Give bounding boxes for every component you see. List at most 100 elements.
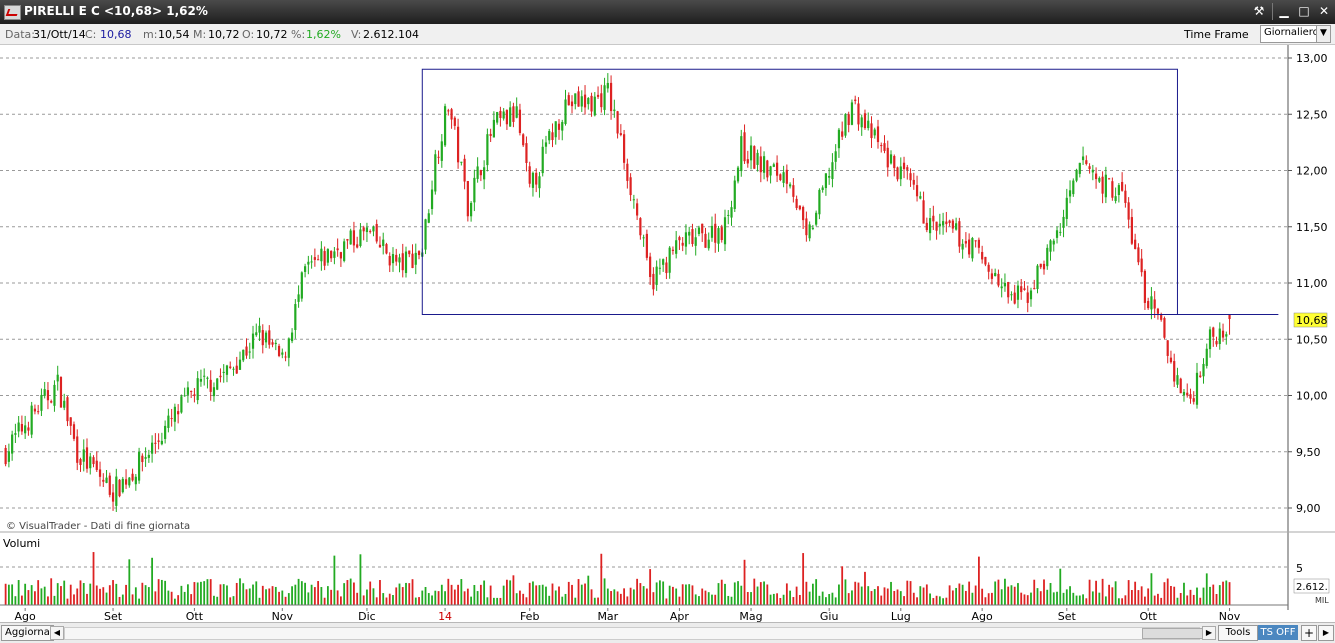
- candle-body: [769, 166, 772, 176]
- candle-body: [320, 248, 323, 262]
- volume-bar: [1056, 591, 1058, 605]
- volume-bar: [1130, 590, 1133, 605]
- scroll-left-icon[interactable]: ◀: [50, 626, 64, 640]
- volume-bar: [991, 592, 993, 605]
- scrollbar-thumb[interactable]: [1142, 628, 1204, 639]
- volume-bar: [310, 584, 313, 605]
- candle-body: [1094, 173, 1098, 180]
- candle-body: [593, 96, 596, 116]
- candle-body: [1033, 288, 1036, 290]
- candle-body: [1016, 285, 1020, 300]
- volume-bar: [421, 590, 424, 605]
- volume-bar: [854, 581, 857, 605]
- candle-body: [681, 242, 684, 246]
- volume-bar: [506, 579, 508, 605]
- chart-area[interactable]: 13,00 12,50 12,00 11,50 11,00 10,50 10,00 9,50 9…: [0, 45, 1335, 623]
- volume-bar: [245, 589, 248, 605]
- candle-body: [1111, 181, 1114, 198]
- candle-body: [665, 262, 668, 274]
- candle-body: [317, 259, 320, 261]
- candle-body: [639, 218, 642, 236]
- candle-body: [1104, 174, 1107, 198]
- candle-body: [398, 257, 401, 263]
- volume-bar: [115, 583, 118, 605]
- candle-body: [977, 239, 981, 248]
- arrow-right-icon[interactable]: ▶: [1318, 625, 1334, 641]
- candle-body: [443, 106, 447, 146]
- volume-bar: [935, 595, 938, 605]
- candle-body: [782, 172, 785, 183]
- minimize-icon[interactable]: ▁: [1272, 3, 1293, 20]
- volume-bar: [1108, 584, 1111, 605]
- tools-button[interactable]: Tools: [1218, 625, 1258, 641]
- volume-bar: [1117, 598, 1120, 605]
- scroll-right-icon[interactable]: ▶: [1202, 626, 1216, 640]
- candle-body: [154, 442, 157, 444]
- candle-body: [1020, 286, 1023, 293]
- candle-body: [622, 134, 626, 163]
- candle-body: [759, 156, 762, 173]
- volume-bar: [261, 585, 264, 605]
- volume-bar: [606, 588, 609, 605]
- volume-bar: [538, 585, 541, 605]
- candle-body: [456, 126, 460, 163]
- timeframe-select[interactable]: Giornaliero ▼: [1260, 25, 1331, 43]
- volume-bar: [1205, 573, 1208, 605]
- candle-body: [111, 492, 115, 502]
- chevron-down-icon[interactable]: ▼: [1316, 26, 1330, 42]
- volume-bar: [483, 580, 486, 605]
- candle-body: [1124, 190, 1127, 203]
- price-chart[interactable]: 13,00 12,50 12,00 11,50 11,00 10,50 10,00 9,50 9…: [0, 45, 1335, 610]
- candle-body: [248, 351, 251, 353]
- volume-bar: [698, 596, 700, 605]
- candle-body: [203, 375, 206, 377]
- volume-bar: [167, 590, 170, 605]
- quote-info-bar: Data: 31/Ott/14 C: 10,68 m: 10,54 M: 10,…: [0, 24, 1335, 45]
- wrench-icon[interactable]: ⚒: [1250, 3, 1268, 20]
- candle-body: [137, 452, 141, 481]
- volume-bar: [688, 584, 691, 605]
- candle-body: [873, 129, 876, 136]
- volume-bar: [942, 598, 944, 605]
- price-tick-label: 12,50: [1296, 108, 1328, 121]
- volume-bar: [203, 581, 206, 605]
- candle-body: [714, 223, 717, 243]
- scrollbar-track[interactable]: [64, 627, 1200, 640]
- candle-body: [46, 390, 50, 401]
- volume-bar: [284, 596, 287, 605]
- volume-bar: [1166, 578, 1169, 605]
- maximize-icon[interactable]: □: [1295, 3, 1313, 20]
- volume-bar: [694, 594, 697, 605]
- candle-body: [889, 154, 893, 164]
- volume-bar: [118, 596, 121, 605]
- candle-body: [609, 82, 613, 112]
- volume-bar: [1082, 594, 1084, 605]
- price-tick-label: 10,00: [1296, 390, 1328, 403]
- volume-bar: [1202, 587, 1205, 605]
- candle-body: [190, 390, 193, 392]
- ts-off-button[interactable]: TS OFF: [1258, 625, 1298, 640]
- candle-body: [574, 93, 577, 105]
- volume-bar: [1020, 592, 1023, 605]
- candle-body: [1039, 263, 1042, 268]
- add-button[interactable]: +: [1301, 625, 1317, 641]
- candle-body: [1062, 216, 1065, 228]
- close-icon[interactable]: ✕: [1315, 3, 1333, 20]
- candle-body: [1127, 202, 1130, 220]
- candle-body: [522, 134, 525, 146]
- candle-body: [440, 141, 443, 161]
- candle-body: [997, 273, 1000, 286]
- candle-body: [473, 177, 476, 203]
- candle-body: [216, 378, 219, 390]
- volume-bar: [362, 595, 365, 605]
- candle-body: [128, 477, 131, 486]
- volume-bar: [545, 586, 547, 605]
- volume-bar: [369, 581, 372, 605]
- volume-bar: [961, 584, 964, 605]
- refresh-button[interactable]: Aggiorna: [1, 625, 54, 641]
- candle-body: [717, 228, 720, 244]
- candle-body: [990, 273, 994, 279]
- volume-bar: [1157, 593, 1159, 605]
- volume-bar: [40, 588, 43, 605]
- candle-body: [951, 220, 954, 229]
